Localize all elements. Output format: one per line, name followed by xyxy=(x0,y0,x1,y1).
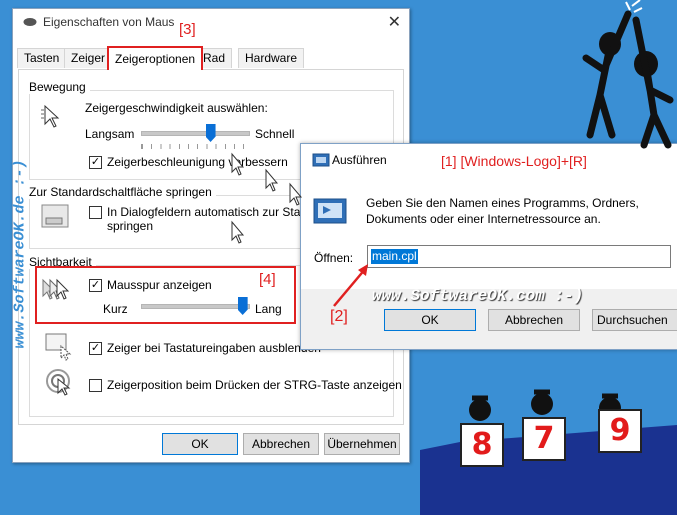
trails-checkbox[interactable]: ✓ xyxy=(89,279,102,292)
run-description-line1: Geben Sie den Namen eines Programms, Ord… xyxy=(366,196,639,210)
red-arrow-icon xyxy=(333,264,368,307)
trails-long-label: Lang xyxy=(255,302,282,316)
pointer-trails-icon xyxy=(42,278,70,300)
motion-group-label: Bewegung xyxy=(29,80,90,94)
tab-marker: [3] xyxy=(179,21,196,38)
snapto-group-label: Zur Standardschaltfläche springen xyxy=(29,185,216,199)
speed-fast-label: Schnell xyxy=(255,127,295,141)
run-cancel-button[interactable]: Abbrechen xyxy=(488,309,580,331)
pointer-speed-icon xyxy=(41,104,60,128)
precision-checkbox[interactable]: ✓ xyxy=(89,156,102,169)
run-title: Ausführen xyxy=(332,153,387,167)
score-card-7: 7 xyxy=(522,417,566,461)
hide-pointer-icon xyxy=(45,333,72,361)
run-dialog: Ausführen [1] [Windows-Logo]+[R] Geben S… xyxy=(300,143,677,350)
run-browse-button[interactable]: Durchsuchen xyxy=(592,309,677,331)
speed-ticks xyxy=(141,144,249,149)
open-input-value: main.cpl xyxy=(371,249,418,264)
ok-button[interactable]: OK xyxy=(162,433,238,455)
speed-slow-label: Langsam xyxy=(85,127,135,141)
snapto-label-line2: springen xyxy=(107,219,154,233)
apply-button[interactable]: Übernehmen xyxy=(324,433,400,455)
vertical-watermark: www.SoftwareOK.de :-) xyxy=(11,159,29,349)
ctrl-checkbox[interactable] xyxy=(89,379,102,392)
run-description-line2: Dokuments oder einer Internetressource a… xyxy=(366,212,601,226)
trails-short-label: Kurz xyxy=(103,302,128,316)
trails-track xyxy=(141,304,250,309)
snapto-checkbox[interactable] xyxy=(89,206,102,219)
cancel-button[interactable]: Abbrechen xyxy=(243,433,319,455)
speed-label: Zeigergeschwindigkeit auswählen: xyxy=(85,101,268,115)
stick-figures-icon xyxy=(582,0,674,149)
trails-label: Mausspur anzeigen xyxy=(107,278,212,292)
tab-tasten[interactable]: Tasten xyxy=(17,48,67,68)
hide-label: Zeiger bei Tastatureingaben ausblenden xyxy=(107,341,321,355)
run-icon xyxy=(312,153,330,167)
run-app-icon xyxy=(313,198,347,224)
tab-hardware[interactable]: Hardware xyxy=(238,48,305,68)
dialog-title: Eigenschaften von Maus xyxy=(43,15,175,29)
bottom-watermark: www.SoftwareOK.com :-) xyxy=(372,287,584,305)
hide-checkbox[interactable]: ✓ xyxy=(89,342,102,355)
mouse-icon xyxy=(23,18,37,26)
speed-track xyxy=(141,131,250,136)
close-button[interactable]: ✕ xyxy=(388,12,401,32)
run-ok-button[interactable]: OK xyxy=(384,309,476,331)
tab-zeiger[interactable]: Zeiger xyxy=(64,48,113,68)
ctrl-locate-icon xyxy=(46,369,71,396)
score-card-9: 9 xyxy=(598,409,642,453)
ctrl-label: Zeigerposition beim Drücken der STRG-Tas… xyxy=(107,378,402,392)
tab-zeigeroptionen[interactable]: Zeigeroptionen xyxy=(107,46,204,70)
cursor-trail-icons xyxy=(231,152,303,244)
open-input[interactable]: main.cpl xyxy=(367,245,671,268)
hotkey-note: [1] [Windows-Logo]+[R] xyxy=(441,153,587,169)
trails-marker: [4] xyxy=(259,271,276,288)
dialog-button-icon xyxy=(41,204,69,228)
dialog-titlebar: Eigenschaften von Maus ✕ xyxy=(13,9,409,37)
score-card-8: 8 xyxy=(460,423,504,467)
